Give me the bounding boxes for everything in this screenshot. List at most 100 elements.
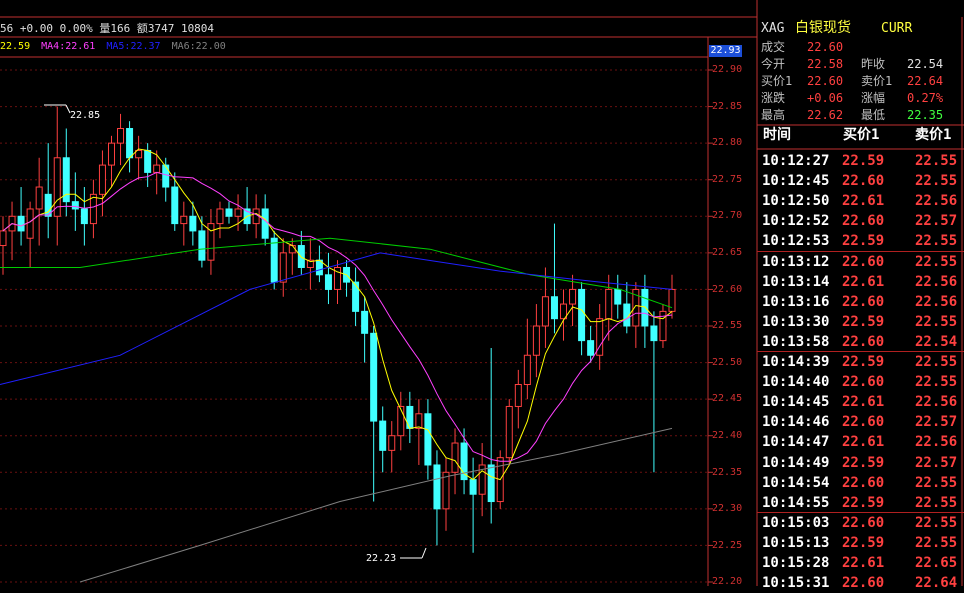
trade-time: 10:15:31 <box>762 575 830 592</box>
pct-label: 涨幅 <box>861 91 886 105</box>
trade-time: 10:13:58 <box>762 333 830 350</box>
candle-body <box>532 325 540 356</box>
current-price-tag: 22.93 <box>709 45 742 57</box>
trade-row[interactable]: 10:12:50 22.61 22.56 <box>757 191 964 211</box>
trade-row[interactable]: 10:15:13 22.59 22.55 <box>757 533 964 553</box>
candle-body <box>189 215 197 232</box>
trade-row[interactable]: 10:15:03 22.60 22.55 <box>757 513 964 533</box>
trade-bid: 22.60 <box>842 575 885 592</box>
trade-row[interactable]: 10:14:40 22.60 22.55 <box>757 372 964 392</box>
trade-time: 10:15:28 <box>762 555 830 571</box>
trade-ask: 22.57 <box>915 414 958 431</box>
trade-row[interactable]: 10:13:30 22.59 22.55 <box>757 312 964 332</box>
trade-row[interactable]: 10:12:52 22.60 22.57 <box>757 211 964 231</box>
price-axis-label: 22.65 <box>712 247 743 258</box>
candle-body <box>153 164 161 173</box>
trade-bid: 22.60 <box>842 374 885 391</box>
candle-body <box>26 208 34 239</box>
trade-row[interactable]: 10:14:46 22.60 22.57 <box>757 412 964 432</box>
low-annotation: 22.23 <box>366 553 397 564</box>
trade-time: 10:13:14 <box>762 273 830 290</box>
ask1-label: 卖价1 <box>861 74 893 88</box>
trade-time: 10:14:55 <box>762 494 830 511</box>
trade-row[interactable]: 10:14:39 22.59 22.55 <box>757 352 964 372</box>
trade-time: 10:14:39 <box>762 354 830 370</box>
trade-row[interactable]: 10:12:27 22.59 22.55 <box>757 151 964 171</box>
candle-body <box>433 464 441 510</box>
low-value: 22.35 <box>907 108 944 122</box>
candle-body <box>451 442 459 473</box>
trade-ask: 22.55 <box>915 173 958 190</box>
trade-ask: 22.55 <box>915 354 958 370</box>
change-value: +0.06 <box>807 91 844 105</box>
price-axis-label: 22.25 <box>712 539 743 551</box>
bid1-value: 22.60 <box>807 74 844 88</box>
candle-body <box>514 384 522 407</box>
trade-time: 10:13:16 <box>762 293 830 310</box>
ma-legend: 22.59 MA4:22.61 MA5:22.37 MA6:22.00 <box>0 41 231 52</box>
trade-time: 10:13:30 <box>762 313 830 330</box>
price-axis-label: 22.75 <box>712 173 743 185</box>
trade-row[interactable]: 10:14:47 22.61 22.56 <box>757 432 964 452</box>
trade-header-bid: 买价1 <box>843 127 880 143</box>
bid1-label: 买价1 <box>761 74 793 88</box>
trade-ask: 22.56 <box>915 293 958 310</box>
trade-row[interactable]: 10:13:12 22.60 22.55 <box>757 252 964 272</box>
trade-bid: 22.60 <box>842 474 885 491</box>
trade-bid: 22.60 <box>842 333 885 350</box>
trade-ask: 22.55 <box>915 474 958 491</box>
price-axis-label: 22.85 <box>712 100 743 112</box>
ma-legend-item: MA6:22.00 <box>171 41 226 52</box>
trade-ask: 22.65 <box>915 555 958 571</box>
candle-body <box>614 288 622 305</box>
trade-row[interactable]: 10:14:55 22.59 22.55 <box>757 493 964 513</box>
trade-ask: 22.57 <box>915 454 958 471</box>
trade-row[interactable]: 10:14:45 22.61 22.56 <box>757 392 964 412</box>
candle-body <box>324 274 332 290</box>
candle-body <box>234 208 242 217</box>
trade-row[interactable]: 10:13:14 22.61 22.56 <box>757 272 964 292</box>
trade-header-time: 时间 <box>763 127 791 143</box>
last-value: 22.60 <box>807 40 844 54</box>
trade-bid: 22.59 <box>842 494 885 511</box>
trade-ask: 22.56 <box>915 434 958 451</box>
trade-time: 10:15:13 <box>762 534 830 551</box>
candle-body <box>180 215 188 225</box>
candle-body <box>62 157 70 203</box>
trade-time: 10:12:45 <box>762 173 830 190</box>
trade-ask: 22.64 <box>915 575 958 592</box>
candle-body <box>370 332 378 422</box>
symbol-name: 白银现货 <box>795 20 851 36</box>
trade-row[interactable]: 10:12:53 22.59 22.55 <box>757 231 964 251</box>
ma-legend-item: MA4:22.61 <box>41 41 96 52</box>
candle-body <box>144 149 152 173</box>
trade-time: 10:15:03 <box>762 514 830 531</box>
trade-row[interactable]: 10:14:49 22.59 22.57 <box>757 453 964 473</box>
candle-body <box>279 252 287 283</box>
trade-bid: 22.60 <box>842 293 885 310</box>
candle-body <box>578 288 586 342</box>
trade-row[interactable]: 10:12:45 22.60 22.55 <box>757 171 964 191</box>
trade-ask: 22.55 <box>915 313 958 330</box>
pct-value: 0.27% <box>907 91 944 105</box>
candle-body <box>162 164 170 188</box>
trade-time: 10:12:27 <box>762 153 830 169</box>
trade-bid: 22.59 <box>842 454 885 471</box>
trade-bid: 22.60 <box>842 213 885 230</box>
price-axis-label: 22.60 <box>712 283 743 295</box>
trade-bid: 22.61 <box>842 273 885 290</box>
minute-separator <box>757 511 964 513</box>
trade-ask: 22.57 <box>915 213 958 230</box>
trade-row[interactable]: 10:13:58 22.60 22.54 <box>757 332 964 352</box>
trade-row[interactable]: 10:14:54 22.60 22.55 <box>757 473 964 493</box>
trade-bid: 22.59 <box>842 354 885 370</box>
trade-bid: 22.60 <box>842 253 885 270</box>
trade-bid: 22.60 <box>842 514 885 531</box>
trade-row[interactable]: 10:15:28 22.61 22.65 <box>757 553 964 573</box>
minute-separator <box>757 250 964 252</box>
low-leader <box>421 547 427 559</box>
candle-body <box>487 464 495 503</box>
trade-row[interactable]: 10:15:31 22.60 22.64 <box>757 573 964 593</box>
trade-row[interactable]: 10:13:16 22.60 22.56 <box>757 292 964 312</box>
candle-body <box>397 405 405 437</box>
